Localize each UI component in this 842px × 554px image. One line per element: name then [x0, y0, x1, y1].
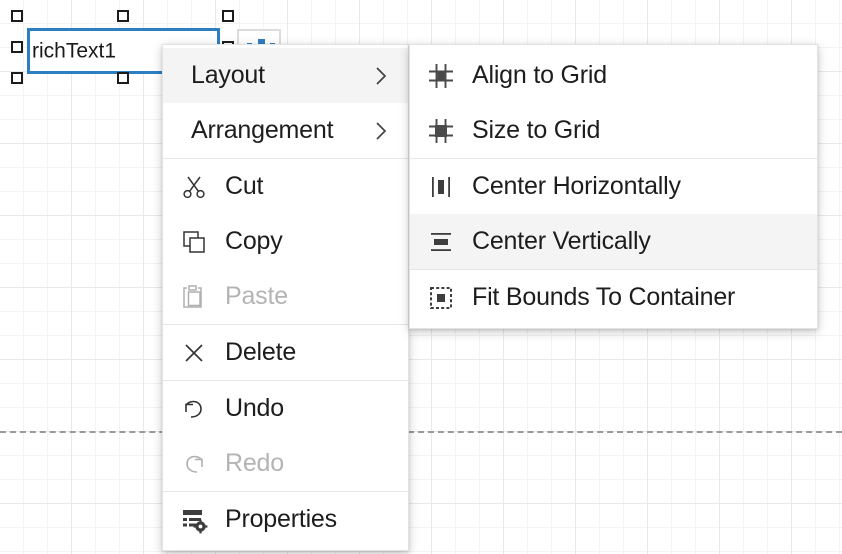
properties-gear-icon — [163, 506, 225, 534]
center-vertical-icon — [410, 229, 472, 255]
resize-handle-top-right[interactable] — [222, 10, 234, 22]
menu-item-label: Copy — [225, 227, 394, 256]
horizontal-guide-line — [0, 431, 842, 433]
menu-item-layout[interactable]: Layout — [163, 48, 408, 103]
center-horizontal-icon — [410, 174, 472, 200]
submenu-item-center-vertically[interactable]: Center Vertically — [410, 214, 817, 269]
scissors-icon — [163, 174, 225, 200]
menu-item-cut[interactable]: Cut — [163, 159, 408, 214]
menu-item-arrangement[interactable]: Arrangement — [163, 103, 408, 158]
submenu-item-fit-bounds-to-container[interactable]: Fit Bounds To Container — [410, 270, 817, 325]
menu-item-delete[interactable]: Delete — [163, 325, 408, 380]
menu-item-label: Cut — [225, 172, 394, 201]
control-label: richText1 — [32, 41, 116, 62]
menu-item-properties[interactable]: Properties — [163, 492, 408, 547]
submenu-item-center-horizontally[interactable]: Center Horizontally — [410, 159, 817, 214]
submenu-item-align-to-grid[interactable]: Align to Grid — [410, 48, 817, 103]
menu-item-undo[interactable]: Undo — [163, 381, 408, 436]
designer-window: richText1 Layout Arrangement — [0, 0, 842, 554]
submenu-item-label: Size to Grid — [472, 116, 803, 145]
menu-item-label: Paste — [225, 282, 394, 311]
menu-item-label: Layout — [191, 61, 368, 90]
menu-item-label: Properties — [225, 505, 394, 534]
submenu-item-label: Center Vertically — [472, 227, 803, 256]
menu-item-paste: Paste — [163, 269, 408, 324]
menu-item-redo: Redo — [163, 436, 408, 491]
submenu-item-label: Center Horizontally — [472, 172, 803, 201]
menu-item-label: Delete — [225, 338, 394, 367]
fit-bounds-icon — [410, 285, 472, 311]
layout-submenu[interactable]: Align to Grid Size to Grid Cent — [409, 44, 818, 329]
align-to-grid-icon — [410, 63, 472, 89]
submenu-item-size-to-grid[interactable]: Size to Grid — [410, 103, 817, 158]
clipboard-paste-icon — [163, 284, 225, 310]
size-to-grid-icon — [410, 118, 472, 144]
resize-handle-bottom-center[interactable] — [117, 72, 129, 84]
resize-handle-top-center[interactable] — [117, 10, 129, 22]
context-menu[interactable]: Layout Arrangement Cut — [162, 44, 409, 551]
close-x-icon — [163, 340, 225, 366]
resize-handle-bottom-left[interactable] — [11, 72, 23, 84]
submenu-arrow-icon — [368, 65, 394, 87]
menu-item-label: Redo — [225, 449, 394, 478]
menu-item-copy[interactable]: Copy — [163, 214, 408, 269]
copy-icon — [163, 229, 225, 255]
redo-arrow-icon — [163, 451, 225, 477]
submenu-item-label: Fit Bounds To Container — [472, 283, 803, 312]
undo-arrow-icon — [163, 396, 225, 422]
resize-handle-top-left[interactable] — [11, 10, 23, 22]
submenu-arrow-icon — [368, 120, 394, 142]
menu-item-label: Undo — [225, 394, 394, 423]
menu-item-label: Arrangement — [191, 116, 368, 145]
submenu-item-label: Align to Grid — [472, 61, 803, 90]
resize-handle-middle-left[interactable] — [11, 41, 23, 53]
